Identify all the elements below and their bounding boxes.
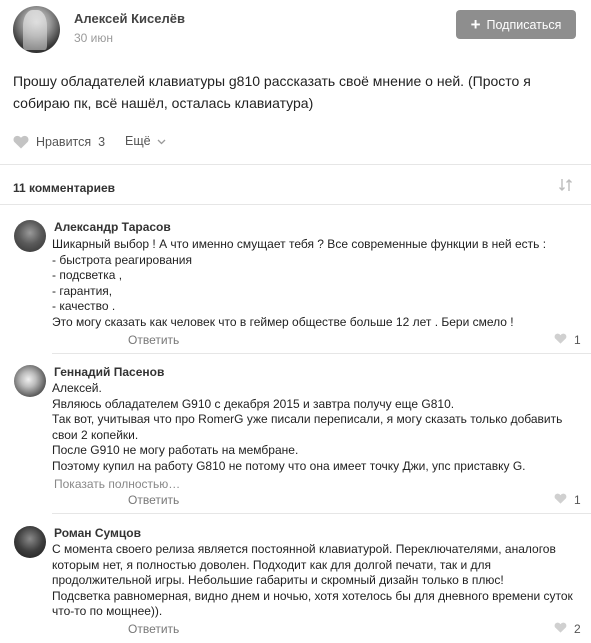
more-label: Ещё bbox=[125, 134, 151, 148]
subscribe-label: Подписаться bbox=[486, 17, 562, 32]
comment-text: Шикарный выбор ! А что именно смущает те… bbox=[52, 237, 547, 329]
reply-button[interactable]: Ответить bbox=[128, 622, 179, 636]
comment-like-count: 1 bbox=[574, 333, 581, 347]
divider bbox=[0, 164, 591, 165]
heart-icon bbox=[554, 622, 567, 636]
comment-like-button[interactable]: 1 bbox=[554, 493, 581, 507]
plus-icon: + bbox=[470, 15, 481, 34]
divider bbox=[0, 204, 591, 205]
comment-like-button[interactable]: 1 bbox=[554, 333, 581, 347]
comments-count: 11 комментариев bbox=[13, 181, 116, 195]
chevron-down-icon bbox=[157, 134, 166, 148]
comment-like-button[interactable]: 2 bbox=[554, 622, 581, 636]
reply-button[interactable]: Ответить bbox=[128, 493, 179, 507]
comment-avatar[interactable] bbox=[14, 526, 46, 558]
divider bbox=[52, 353, 591, 354]
post-author-name[interactable]: Алексей Киселёв bbox=[74, 11, 185, 26]
author-avatar[interactable] bbox=[13, 6, 60, 53]
comment-avatar[interactable] bbox=[14, 220, 46, 252]
more-button[interactable]: Ещё bbox=[125, 134, 166, 148]
sort-icon[interactable] bbox=[558, 178, 574, 195]
comment-text: С момента своего релиза является постоян… bbox=[52, 542, 573, 619]
like-button[interactable]: Нравится 3 bbox=[13, 134, 105, 150]
like-count: 3 bbox=[98, 135, 106, 149]
divider bbox=[52, 513, 591, 514]
comment-like-count: 2 bbox=[574, 622, 581, 636]
subscribe-button[interactable]: + Подписаться bbox=[456, 10, 576, 39]
comment-author[interactable]: Роман Сумцов bbox=[54, 526, 141, 540]
show-more-link[interactable]: Показать полностью… bbox=[54, 477, 180, 491]
heart-icon bbox=[554, 493, 567, 507]
comment-like-count: 1 bbox=[574, 493, 581, 507]
reply-button[interactable]: Ответить bbox=[128, 333, 179, 347]
comment-author[interactable]: Геннадий Пасенов bbox=[54, 365, 164, 379]
comment-author[interactable]: Александр Тарасов bbox=[54, 220, 171, 234]
heart-icon bbox=[13, 135, 29, 149]
post-text: Прошу обладателей клавиатуры g810 расска… bbox=[13, 73, 531, 111]
post-date[interactable]: 30 июн bbox=[74, 31, 113, 45]
like-label: Нравится bbox=[36, 135, 92, 149]
heart-icon bbox=[554, 333, 567, 347]
comment-avatar[interactable] bbox=[14, 365, 46, 397]
comment-text: Алексей. Являюсь обладателем G910 с дека… bbox=[52, 381, 563, 473]
